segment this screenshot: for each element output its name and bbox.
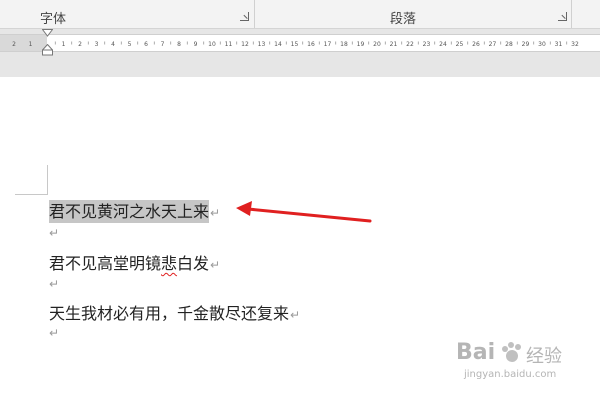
ruler-tick-label: 30 — [538, 41, 546, 48]
ruler-tick-label: 3 — [95, 41, 99, 48]
ribbon-group-bar: 字体 段落 — [0, 0, 600, 29]
ruler-tick-label: 28 — [505, 41, 513, 48]
watermark-brand-tail: 经验 — [526, 346, 562, 367]
paragraph-1[interactable]: 君不见黄河之水天上来↵ — [49, 198, 221, 223]
watermark-brand: Bai — [456, 340, 496, 365]
empty-paragraph[interactable]: ↵ — [49, 226, 59, 240]
ruler-tick-label: 4 — [111, 41, 115, 48]
ruler-tick-label: 25 — [456, 41, 464, 48]
ruler-tick-label: 21 — [390, 41, 398, 48]
ruler-ticks: 2 1 1 2 3 4 5 6 7 8 9 10 11 12 13 14 15 16 17 18 19 20 21 22 23 2… — [12, 41, 579, 48]
ruler-tick-label: 16 — [307, 41, 315, 48]
ruler-tick-label: 29 — [522, 41, 530, 48]
ruler-tick-label: 1 — [62, 41, 66, 48]
ruler-tick-label: 27 — [489, 41, 497, 48]
ruler-tick-label: 22 — [406, 41, 414, 48]
baidu-jingyan-watermark: Bai 经验 jingyan.baidu.com — [452, 336, 592, 388]
paragraph-mark-icon: ↵ — [290, 308, 301, 322]
empty-paragraph[interactable]: ↵ — [49, 277, 59, 291]
ruler-tick-label: 18 — [340, 41, 348, 48]
horizontal-ruler[interactable]: 2 1 1 2 3 4 5 6 7 8 9 10 11 12 13 14 15 16 17 18 19 20 21 22 23 2… — [0, 34, 600, 52]
ruler-tick-label: 32 — [571, 41, 579, 48]
ruler-tick-label: 23 — [423, 41, 431, 48]
font-dialog-launcher-icon[interactable] — [240, 12, 249, 21]
ruler-tick-label: 6 — [144, 41, 148, 48]
paragraph-text: 君不见高堂明镜悲白发 — [49, 254, 210, 273]
paragraph-2[interactable]: 君不见高堂明镜悲白发↵ — [49, 250, 220, 274]
spellcheck-squiggle[interactable]: 悲 — [161, 254, 177, 273]
paragraph-mark-icon: ↵ — [210, 206, 221, 220]
group-separator — [254, 0, 255, 28]
font-group-label: 字体 — [40, 12, 67, 27]
ruler-tick-label: 14 — [274, 41, 282, 48]
paragraph-mark-icon: ↵ — [210, 258, 221, 272]
ruler-tick-label: 13 — [258, 41, 266, 48]
ruler-tick-label: 2 — [78, 41, 82, 48]
ruler-tick-label: 31 — [555, 41, 563, 48]
ruler-tick-label: 8 — [177, 41, 181, 48]
paragraph-3[interactable]: 天生我材必有用，千金散尽还复来↵ — [49, 300, 300, 324]
paragraph-group-label: 段落 — [390, 12, 417, 27]
hanging-indent-marker-icon[interactable] — [42, 44, 53, 56]
first-line-indent-marker-icon[interactable] — [42, 29, 53, 37]
ruler-tick-label: 20 — [373, 41, 381, 48]
ruler-tick-label: 26 — [472, 41, 480, 48]
ruler-tick-label: 7 — [161, 41, 165, 48]
ruler-tick-label: 12 — [241, 41, 249, 48]
ruler-tick-label: 9 — [194, 41, 198, 48]
margin-crop-mark — [15, 194, 48, 195]
ruler-tick-label: 10 — [208, 41, 216, 48]
ruler-tick-label: 11 — [225, 41, 233, 48]
group-separator — [571, 0, 572, 28]
ruler-tick-label: 24 — [439, 41, 447, 48]
ruler-tick-label: 17 — [324, 41, 332, 48]
ruler-tick-label: 15 — [291, 41, 299, 48]
watermark-url: jingyan.baidu.com — [464, 369, 557, 380]
ruler-tick-label: 2 — [12, 41, 16, 48]
paragraph-dialog-launcher-icon[interactable] — [558, 12, 567, 21]
empty-paragraph[interactable]: ↵ — [49, 326, 59, 340]
ruler-tick-label: 5 — [128, 41, 132, 48]
paragraph-text: 天生我材必有用，千金散尽还复来 — [49, 304, 290, 323]
ruler-tick-label: 1 — [29, 41, 33, 48]
ruler-tick-label: 19 — [357, 41, 365, 48]
margin-crop-mark — [47, 165, 48, 195]
selected-text[interactable]: 君不见黄河之水天上来 — [49, 200, 210, 223]
paw-icon — [502, 342, 521, 362]
